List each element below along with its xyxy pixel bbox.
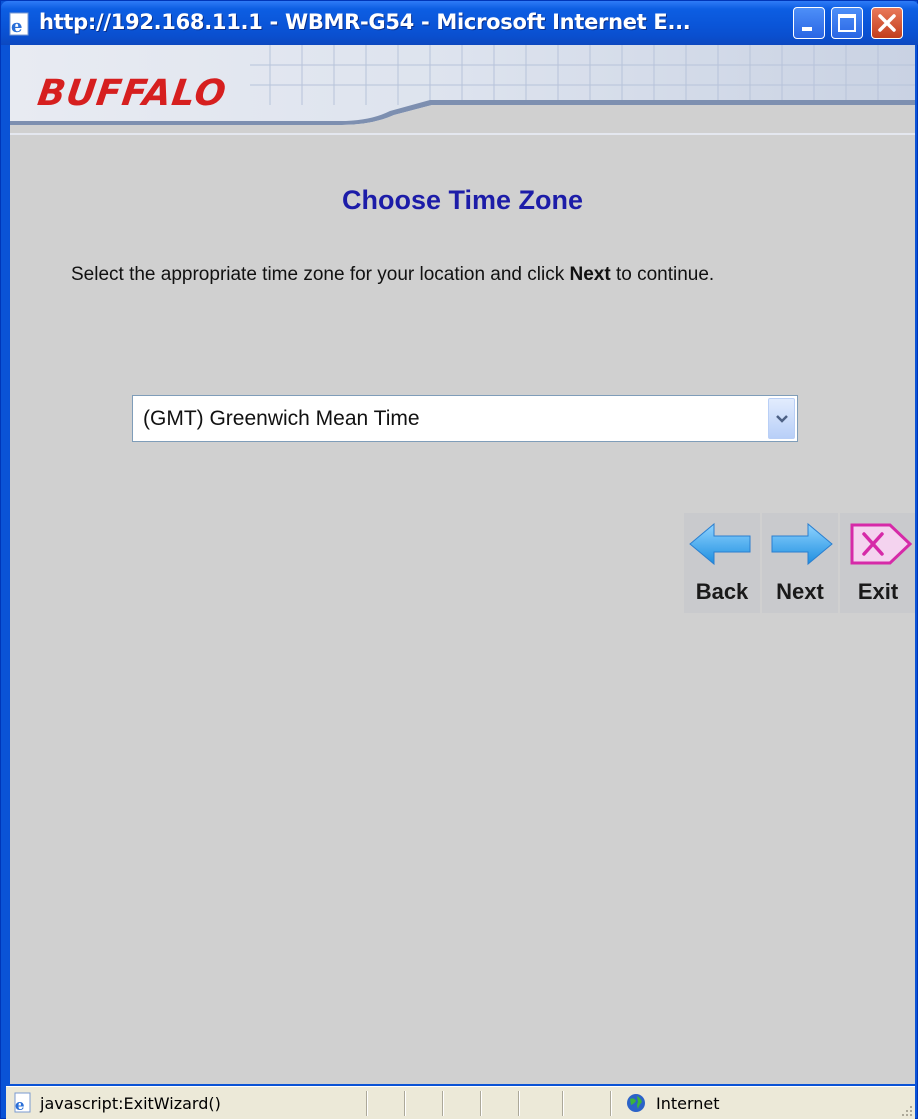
timezone-selected-value: (GMT) Greenwich Mean Time	[143, 407, 420, 430]
maximize-button[interactable]	[831, 7, 863, 39]
instruction-text-part: Select the appropriate time zone for you…	[71, 264, 570, 285]
security-zone-label: Internet	[656, 1094, 720, 1113]
close-button[interactable]	[871, 7, 903, 39]
instruction-text-part: to continue.	[610, 264, 715, 285]
timezone-select[interactable]: (GMT) Greenwich Mean Time	[132, 395, 798, 442]
blue-right-arrow-icon	[771, 522, 833, 566]
svg-text:e: e	[11, 16, 22, 37]
status-divider	[518, 1091, 520, 1116]
blue-left-arrow-icon	[689, 522, 751, 566]
back-label: Back	[695, 579, 749, 604]
status-divider	[442, 1091, 444, 1116]
ie-page-icon: e	[12, 1092, 34, 1114]
globe-icon	[626, 1093, 646, 1113]
back-button[interactable]: Back	[684, 513, 760, 613]
instruction-next-emphasis: Next	[569, 264, 611, 285]
buffalo-banner: BUFFALO	[10, 45, 915, 135]
page-title: Choose Time Zone	[341, 185, 584, 215]
next-button[interactable]: Next	[762, 513, 838, 613]
pink-exit-icon	[850, 523, 913, 565]
title-bar[interactable]: e http://192.168.11.1 - WBMR-G54 - Micro…	[1, 1, 918, 45]
resize-grip-icon[interactable]	[899, 1103, 913, 1117]
dropdown-button[interactable]	[768, 398, 795, 439]
status-divider	[610, 1091, 612, 1116]
window-title: http://192.168.11.1 - WBMR-G54 - Microso…	[39, 10, 691, 34]
svg-text:e: e	[15, 1096, 25, 1114]
ie-page-icon: e	[7, 11, 33, 37]
minimize-button[interactable]	[793, 7, 825, 39]
browser-window: e http://192.168.11.1 - WBMR-G54 - Micro…	[0, 0, 918, 1119]
status-divider	[366, 1091, 368, 1116]
status-bar: e javascript:ExitWizard() Internet	[6, 1086, 915, 1119]
page-content: BUFFALO Choose Time Zone Select the appr…	[10, 45, 915, 1084]
status-divider	[480, 1091, 482, 1116]
status-text: javascript:ExitWizard()	[40, 1094, 221, 1113]
exit-button[interactable]: Exit	[840, 513, 915, 613]
status-divider	[562, 1091, 564, 1116]
instruction-text: Select the appropriate time zone for you…	[71, 258, 831, 291]
exit-label: Exit	[857, 579, 899, 604]
status-divider	[404, 1091, 406, 1116]
next-label: Next	[776, 579, 824, 604]
buffalo-logo: BUFFALO	[35, 73, 230, 114]
chevron-down-icon	[776, 415, 788, 423]
